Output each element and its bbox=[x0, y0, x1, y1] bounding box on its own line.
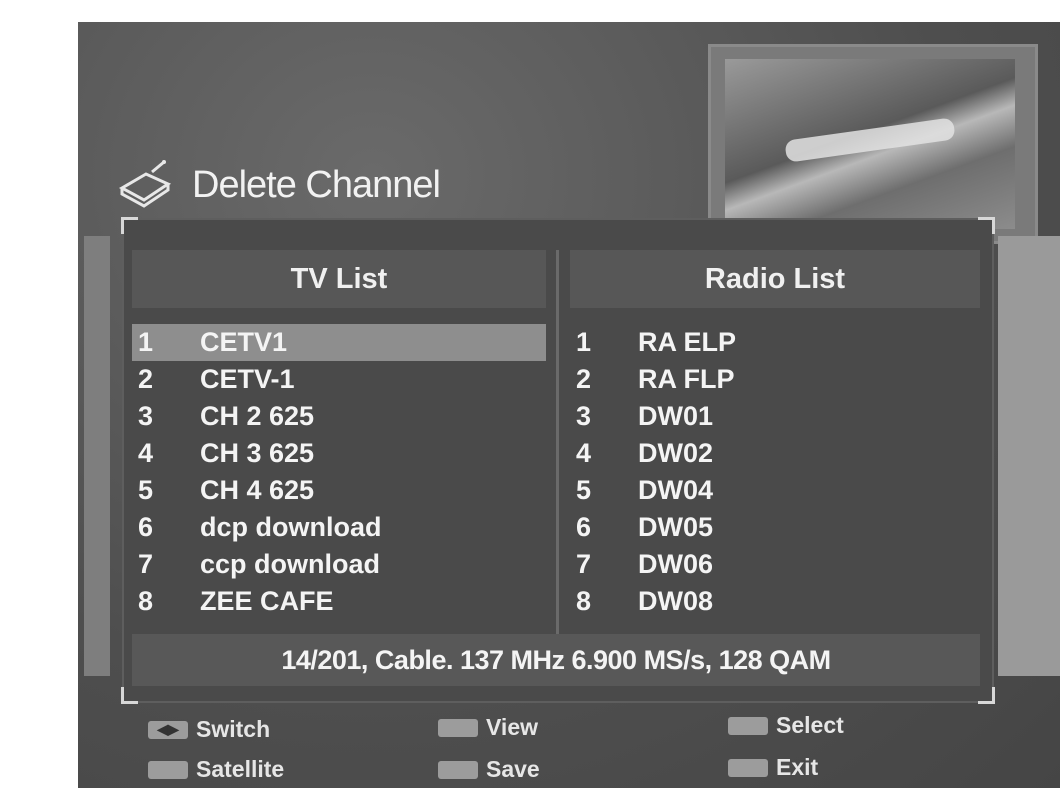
left-edge-strip bbox=[84, 236, 110, 676]
radio-channel-item[interactable]: 8 DW08 bbox=[570, 583, 980, 620]
panel-corner-bl bbox=[121, 687, 138, 704]
channel-number: 4 bbox=[138, 438, 154, 468]
key-hint-footer: ◀▶ Switch View Select Satellite Save Exi… bbox=[148, 712, 1028, 788]
channel-name: DW02 bbox=[638, 438, 714, 468]
channel-panel: TV List Radio List 1 CETV1 2 CETV-1 3 CH 2 … bbox=[121, 217, 995, 704]
ok-key-icon bbox=[728, 716, 768, 735]
radio-channel-item[interactable]: 5 DW04 bbox=[570, 472, 980, 509]
channel-number: 6 bbox=[576, 512, 592, 542]
radio-channel-item[interactable]: 2 RA FLP bbox=[570, 361, 980, 398]
hint-select[interactable]: Select bbox=[728, 712, 844, 739]
radio-channel-item[interactable]: 3 DW01 bbox=[570, 398, 980, 435]
panel-corner-br bbox=[978, 687, 995, 704]
channel-number: 8 bbox=[576, 586, 592, 616]
channel-name: DW01 bbox=[638, 401, 714, 431]
radio-channel-item[interactable]: 1 RA ELP bbox=[570, 324, 980, 361]
channel-name: RA ELP bbox=[638, 327, 737, 357]
tv-channel-item[interactable]: 1 CETV1 bbox=[132, 324, 546, 361]
channel-number: 6 bbox=[138, 512, 154, 542]
tv-channel-item[interactable]: 4 CH 3 625 bbox=[132, 435, 546, 472]
channel-name: ZEE CAFE bbox=[200, 586, 334, 616]
hint-exit[interactable]: Exit bbox=[728, 754, 818, 781]
channel-name: DW08 bbox=[638, 586, 714, 616]
channel-number: 2 bbox=[138, 364, 154, 394]
channel-number: 7 bbox=[138, 549, 154, 579]
channel-name: dcp download bbox=[200, 512, 382, 542]
radio-channel-item[interactable]: 7 DW06 bbox=[570, 546, 980, 583]
preview-streak bbox=[784, 117, 956, 163]
channel-number: 4 bbox=[576, 438, 592, 468]
channel-number: 5 bbox=[138, 475, 154, 505]
channel-name: CH 3 625 bbox=[200, 438, 315, 468]
color-key-icon bbox=[148, 760, 188, 779]
tab-radio-list[interactable]: Radio List bbox=[570, 250, 980, 308]
hint-save[interactable]: Save bbox=[438, 756, 540, 783]
channel-number: 1 bbox=[138, 327, 154, 357]
arrow-keys-icon: ◀▶ bbox=[148, 720, 188, 739]
right-edge-strip bbox=[998, 236, 1060, 676]
panel-corner-tl bbox=[121, 217, 138, 234]
channel-number: 7 bbox=[576, 549, 592, 579]
channel-name: CH 4 625 bbox=[200, 475, 315, 505]
radio-channel-item[interactable]: 6 DW05 bbox=[570, 509, 980, 546]
page-title: Delete Channel bbox=[192, 163, 441, 206]
exit-key-icon bbox=[728, 758, 768, 777]
tv-channel-item[interactable]: 3 CH 2 625 bbox=[132, 398, 546, 435]
preview-image bbox=[725, 59, 1015, 229]
channel-name: DW04 bbox=[638, 475, 714, 505]
color-key-icon bbox=[438, 718, 478, 737]
tv-box-icon bbox=[118, 160, 172, 208]
channel-name: CETV1 bbox=[200, 327, 288, 357]
hint-select-label: Select bbox=[776, 712, 844, 738]
channel-number: 8 bbox=[138, 586, 154, 616]
transponder-status: 14/201, Cable. 137 MHz 6.900 MS/s, 128 Q… bbox=[132, 634, 980, 686]
tv-screen: Delete Channel TV List Radio List 1 CETV1… bbox=[78, 22, 1060, 788]
title-row: Delete Channel bbox=[116, 160, 441, 210]
tv-channel-list: 1 CETV1 2 CETV-1 3 CH 2 625 4 CH 3 625 5 CH 4… bbox=[132, 324, 546, 620]
tv-channel-item[interactable]: 8 ZEE CAFE bbox=[132, 583, 546, 620]
panel-corner-tr bbox=[978, 217, 995, 234]
channel-name: DW05 bbox=[638, 512, 714, 542]
channel-number: 2 bbox=[576, 364, 592, 394]
channel-number: 5 bbox=[576, 475, 592, 505]
channel-number: 3 bbox=[576, 401, 592, 431]
channel-number: 1 bbox=[576, 327, 592, 357]
hint-view[interactable]: View bbox=[438, 714, 538, 741]
radio-channel-item[interactable]: 4 DW02 bbox=[570, 435, 980, 472]
radio-channel-list: 1 RA ELP 2 RA FLP 3 DW01 4 DW02 5 DW04 6 DW05 … bbox=[570, 324, 980, 620]
hint-view-label: View bbox=[486, 714, 538, 740]
video-preview bbox=[708, 44, 1038, 244]
color-key-icon bbox=[438, 760, 478, 779]
tab-tv-list[interactable]: TV List bbox=[132, 250, 546, 308]
tv-channel-item[interactable]: 6 dcp download bbox=[132, 509, 546, 546]
channel-name: CETV-1 bbox=[200, 364, 295, 394]
tv-channel-item[interactable]: 5 CH 4 625 bbox=[132, 472, 546, 509]
column-divider bbox=[556, 250, 559, 648]
hint-exit-label: Exit bbox=[776, 754, 819, 780]
channel-name: RA FLP bbox=[638, 364, 735, 394]
hint-switch[interactable]: ◀▶ Switch bbox=[148, 716, 270, 743]
hint-switch-label: Switch bbox=[196, 716, 271, 742]
tv-channel-item[interactable]: 7 ccp download bbox=[132, 546, 546, 583]
channel-name: ccp download bbox=[200, 549, 381, 579]
hint-satellite[interactable]: Satellite bbox=[148, 756, 284, 783]
channel-name: DW06 bbox=[638, 549, 714, 579]
channel-name: CH 2 625 bbox=[200, 401, 315, 431]
hint-satellite-label: Satellite bbox=[196, 756, 285, 782]
hint-save-label: Save bbox=[486, 756, 540, 782]
channel-number: 3 bbox=[138, 401, 154, 431]
tv-channel-item[interactable]: 2 CETV-1 bbox=[132, 361, 546, 398]
